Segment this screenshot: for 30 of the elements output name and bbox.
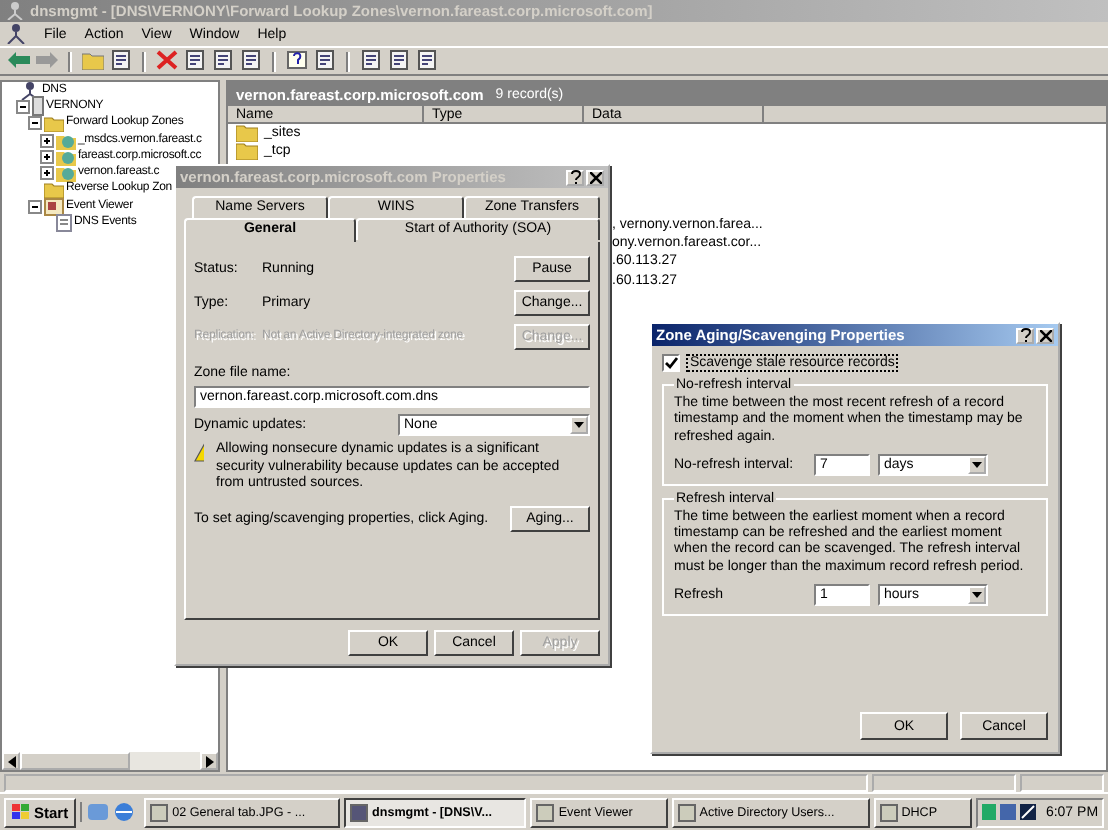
tray-icon[interactable]: [1019, 804, 1036, 820]
help-icon[interactable]: [286, 50, 308, 72]
dropdown-arrow-icon: [972, 592, 982, 599]
close-button[interactable]: [586, 169, 604, 185]
dropdown-arrow-icon: [574, 422, 584, 428]
left-arrow-icon: [7, 755, 15, 767]
expander-icon[interactable]: [40, 149, 54, 164]
help-button[interactable]: [566, 169, 584, 185]
browser-icon[interactable]: [114, 802, 135, 822]
folder-icon: [44, 181, 64, 198]
log-icon: [56, 214, 72, 233]
zone-icon: [56, 131, 76, 150]
event-viewer-icon: [44, 197, 64, 216]
checkbox[interactable]: [662, 354, 680, 372]
dropdown-arrow-icon: [972, 461, 982, 468]
back-arrow-icon[interactable]: [8, 50, 30, 72]
expander-icon[interactable]: [40, 166, 54, 181]
scrollbar[interactable]: [2, 752, 218, 770]
right-arrow-icon: [205, 755, 213, 767]
help-button[interactable]: [1016, 327, 1034, 343]
warning-icon: [194, 442, 205, 462]
expander-icon[interactable]: [16, 99, 30, 114]
expander-icon[interactable]: [28, 116, 42, 131]
zone-icon: [56, 164, 76, 183]
folder-icon: [44, 115, 64, 132]
windows-logo-icon: [12, 804, 30, 820]
expander-icon[interactable]: [28, 199, 42, 214]
zone-icon: [56, 147, 76, 166]
expander-icon[interactable]: [40, 133, 54, 148]
close-button[interactable]: [1036, 327, 1054, 343]
